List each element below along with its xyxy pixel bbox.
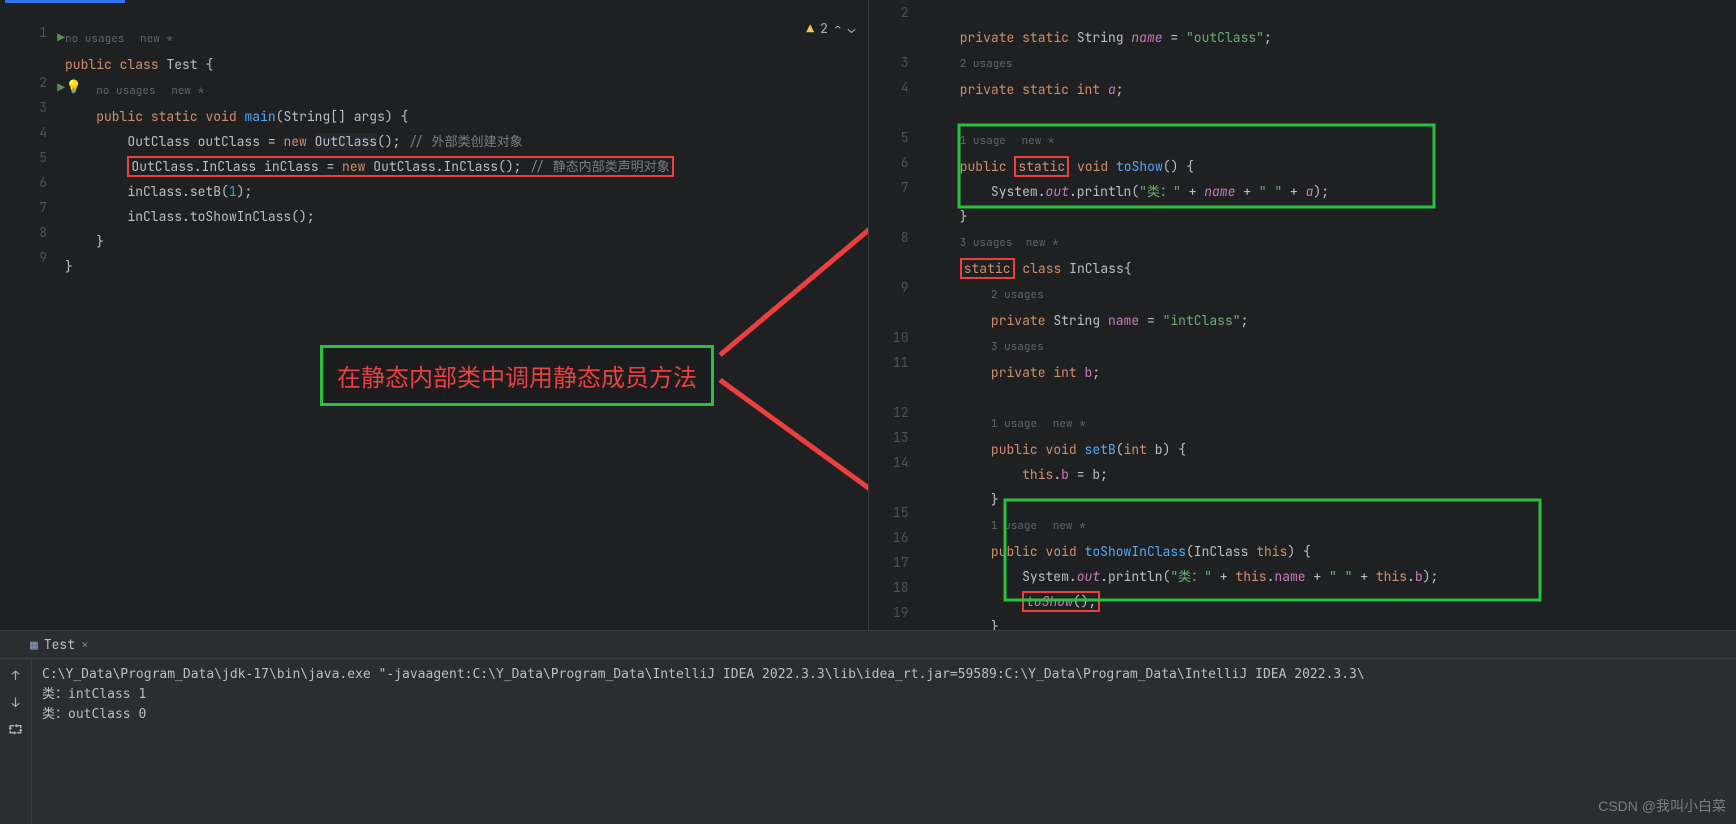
- warning-icon: ▲: [806, 20, 814, 37]
- close-icon[interactable]: ×: [81, 636, 89, 653]
- right-code[interactable]: private static String name = "outClass";…: [929, 0, 1736, 630]
- scroll-up-icon[interactable]: ↑: [12, 667, 20, 684]
- console-area: ▦ Test × ↑ ↓ ⮔ C:\Y_Data\Program_Data\jd…: [0, 630, 1736, 824]
- inspection-widget[interactable]: ▲ 2 ⌃ ⌄: [806, 20, 855, 37]
- editor-area: ▲ 2 ⌃ ⌄ 1▶ 2▶💡 3 4 5 6 7 8 9 no usages n…: [0, 0, 1736, 630]
- right-gutter[interactable]: 2 3 4 5 6 7 8 9 10 11 12 13 14 15 16 17 …: [869, 0, 917, 630]
- warning-count: 2: [820, 20, 828, 37]
- scroll-down-icon[interactable]: ↓: [12, 694, 20, 711]
- red-box-static2: static: [960, 258, 1015, 279]
- red-box-inclass-decl: OutClass.InClass inClass = new OutClass.…: [127, 156, 673, 177]
- annotation-label: 在静态内部类中调用静态成员方法: [320, 345, 714, 406]
- chevron-up-icon[interactable]: ⌃: [834, 20, 842, 37]
- console-tabs: ▦ Test ×: [0, 631, 1736, 659]
- console-tab-test[interactable]: ▦ Test ×: [30, 636, 89, 653]
- run-icon[interactable]: ▶: [57, 25, 65, 50]
- right-editor-pane[interactable]: 2 3 4 5 6 7 8 9 10 11 12 13 14 15 16 17 …: [869, 0, 1736, 630]
- run-icon[interactable]: ▶: [57, 75, 65, 100]
- left-editor-pane[interactable]: ▲ 2 ⌃ ⌄ 1▶ 2▶💡 3 4 5 6 7 8 9 no usages n…: [0, 0, 869, 630]
- console-toolbar: ↑ ↓ ⮔: [0, 659, 32, 824]
- soft-wrap-icon[interactable]: ⮔: [8, 721, 23, 743]
- left-gutter[interactable]: 1▶ 2▶💡 3 4 5 6 7 8 9: [0, 0, 55, 630]
- chevron-down-icon[interactable]: ⌄: [848, 20, 856, 37]
- watermark: CSDN @我叫小白菜: [1598, 796, 1726, 816]
- red-box-toshow-call: toShow();: [1022, 591, 1100, 612]
- terminal-icon: ▦: [30, 636, 38, 653]
- red-box-static1: static: [1014, 156, 1069, 177]
- console-output[interactable]: C:\Y_Data\Program_Data\jdk-17\bin\java.e…: [32, 659, 1736, 824]
- left-code[interactable]: no usages new * public class Test { no u…: [65, 0, 868, 279]
- bulb-icon[interactable]: 💡: [66, 74, 82, 99]
